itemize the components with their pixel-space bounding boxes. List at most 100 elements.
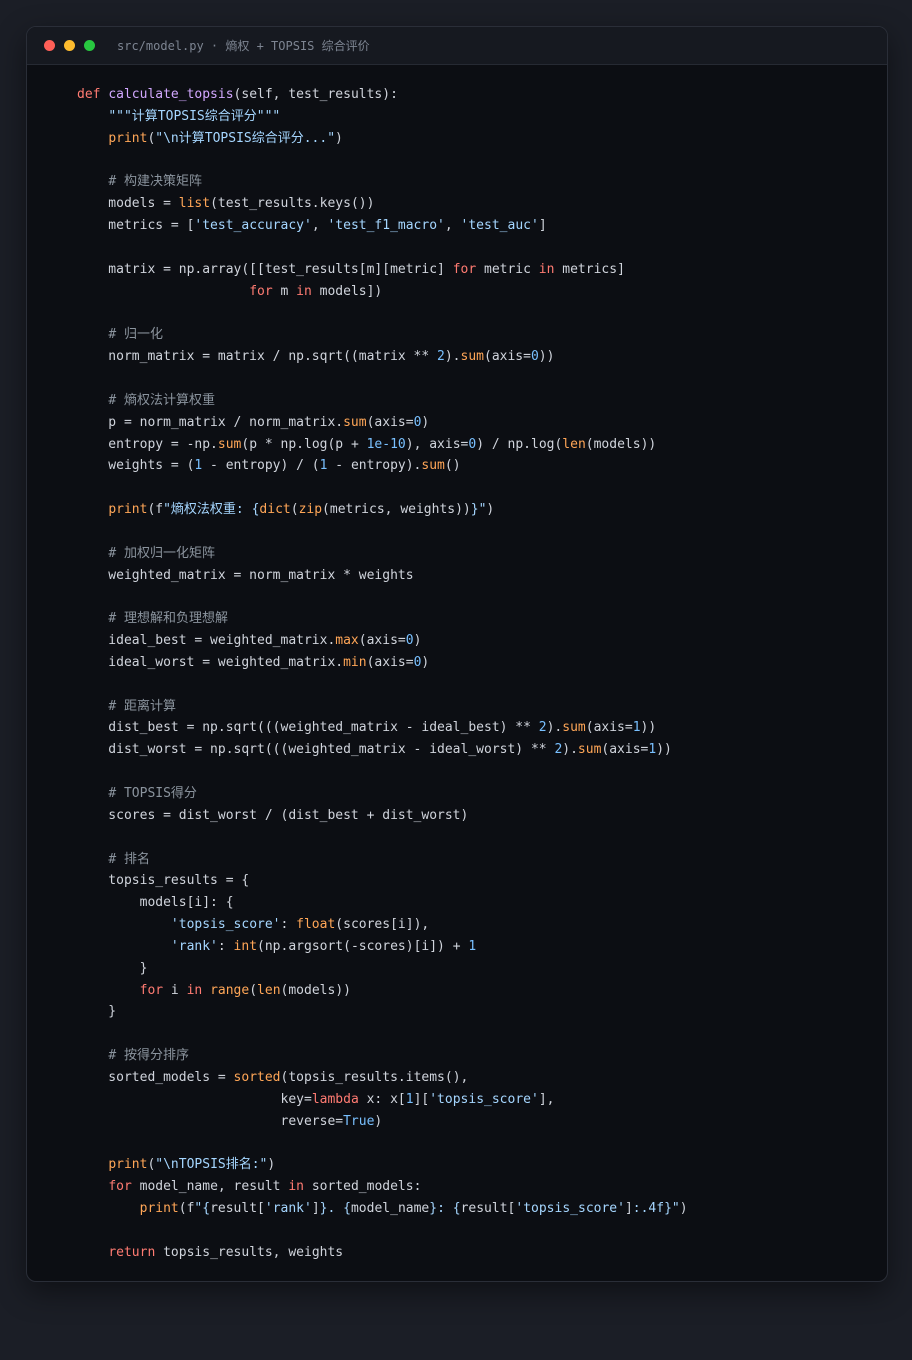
code-token: ], <box>538 1091 555 1107</box>
code-token: len <box>562 436 586 452</box>
code-token: (self, test_results): <box>233 87 398 102</box>
code-token: list <box>178 196 211 212</box>
code-token: }: { <box>429 1201 461 1217</box>
code-token: (axis= <box>358 633 406 649</box>
code-token: sum <box>562 720 586 736</box>
code-line: # 归一化 <box>77 324 688 346</box>
maximize-window-dot-icon[interactable] <box>84 40 95 51</box>
code-token: ) / np.log( <box>476 436 563 452</box>
code-token: lambda <box>311 1091 359 1107</box>
code-token: "\n计算TOPSIS综合评分..." <box>155 130 336 146</box>
code-token: in <box>288 1179 304 1195</box>
code-token: m <box>272 283 297 299</box>
code-token: , <box>444 218 461 234</box>
code-token: - entropy). <box>327 458 422 474</box>
code-token: # 熵权法计算权重 <box>108 392 215 408</box>
code-token: 1 <box>632 720 641 736</box>
code-token: (f <box>178 1201 195 1217</box>
code-token: (models)) <box>280 982 351 998</box>
code-token: in <box>296 283 312 299</box>
code-token: : <box>280 917 297 933</box>
code-token: result[ <box>210 1201 265 1217</box>
code-token: result[ <box>460 1201 516 1217</box>
code-token: # 构建决策矩阵 <box>108 174 202 190</box>
code-token: (axis= <box>601 742 649 758</box>
code-token: reverse= <box>77 1113 344 1129</box>
code-token: , <box>311 218 328 234</box>
code-token: ( <box>249 982 258 998</box>
code-token: () <box>444 458 461 474</box>
code-token: """计算TOPSIS综合评分""" <box>108 108 281 124</box>
minimize-window-dot-icon[interactable] <box>64 40 75 51</box>
code-token: (models)) <box>585 436 657 452</box>
code-line: """计算TOPSIS综合评分""" <box>77 106 688 128</box>
code-token: (axis= <box>585 720 633 736</box>
code-token: (axis= <box>366 414 414 430</box>
code-line: ideal_best = weighted_matrix.max(axis=0) <box>77 630 688 652</box>
code-token: ). <box>562 742 578 758</box>
code-line: key=lambda x: x[1]['topsis_score'], <box>77 1089 688 1111</box>
code-line: print(f"熵权法权重: {dict(zip(metrics, weight… <box>77 499 688 521</box>
code-token: entropy = -np. <box>77 436 218 452</box>
code-token: # 理想解和负理想解 <box>108 611 228 627</box>
code-token: (axis= <box>366 654 414 670</box>
code-token: dist_best = np.sqrt(((weighted_matrix - … <box>77 720 539 736</box>
code-token: models = <box>77 196 179 212</box>
code-token: float <box>296 917 336 933</box>
code-token: weighted_matrix = norm_matrix * weights <box>77 567 414 583</box>
code-block[interactable]: def calculate_topsis(self, test_results)… <box>77 84 688 1264</box>
code-token: 'topsis_score' <box>170 917 281 933</box>
code-token: sum <box>577 742 602 758</box>
code-token: calculate_topsis <box>108 87 234 102</box>
code-line: # 构建决策矩阵 <box>77 171 688 193</box>
close-window-dot-icon[interactable] <box>44 40 55 51</box>
code-line: matrix = np.array([[test_results[m][metr… <box>77 259 688 281</box>
code-token: ). <box>546 720 563 736</box>
code-token: def <box>77 87 109 102</box>
code-token: (scores[i]), <box>335 917 430 933</box>
code-line: sorted_models = sorted(topsis_results.it… <box>77 1067 688 1089</box>
code-line: print(f"{result['rank']}. {model_name}: … <box>77 1198 688 1220</box>
code-token: weights = ( <box>77 458 195 474</box>
code-token: metrics] <box>554 261 625 277</box>
code-token: ) <box>486 502 495 518</box>
code-line: print("\nTOPSIS排名:") <box>77 1154 688 1176</box>
code-token: "{ <box>194 1201 211 1217</box>
code-token: 'rank' <box>264 1201 312 1217</box>
code-token: ), axis= <box>405 436 469 452</box>
code-token: scores = dist_worst / (dist_best + dist_… <box>77 807 469 823</box>
code-token: 'test_accuracy' <box>194 218 312 234</box>
code-token: ideal_worst = weighted_matrix. <box>77 654 344 670</box>
code-token: int <box>233 938 258 954</box>
code-line: # 熵权法计算权重 <box>77 390 688 412</box>
code-token: (np.argsort(-scores)[i]) + <box>257 938 469 954</box>
code-token: )) <box>656 742 672 758</box>
code-token: topsis_results, weights <box>155 1244 344 1260</box>
code-token: ). <box>444 349 461 365</box>
code-token: } <box>77 960 148 976</box>
code-token: # 加权归一化矩阵 <box>108 545 215 561</box>
code-token: ) <box>679 1201 688 1217</box>
code-token: - entropy) / ( <box>202 458 320 474</box>
code-token: return <box>108 1244 156 1260</box>
code-token: 2 <box>437 349 445 365</box>
code-token: max <box>335 633 359 649</box>
code-token: (f <box>147 502 164 518</box>
code-token: (axis= <box>484 349 531 365</box>
code-token: )) <box>538 349 555 365</box>
code-token: models[i]: { <box>77 895 234 911</box>
